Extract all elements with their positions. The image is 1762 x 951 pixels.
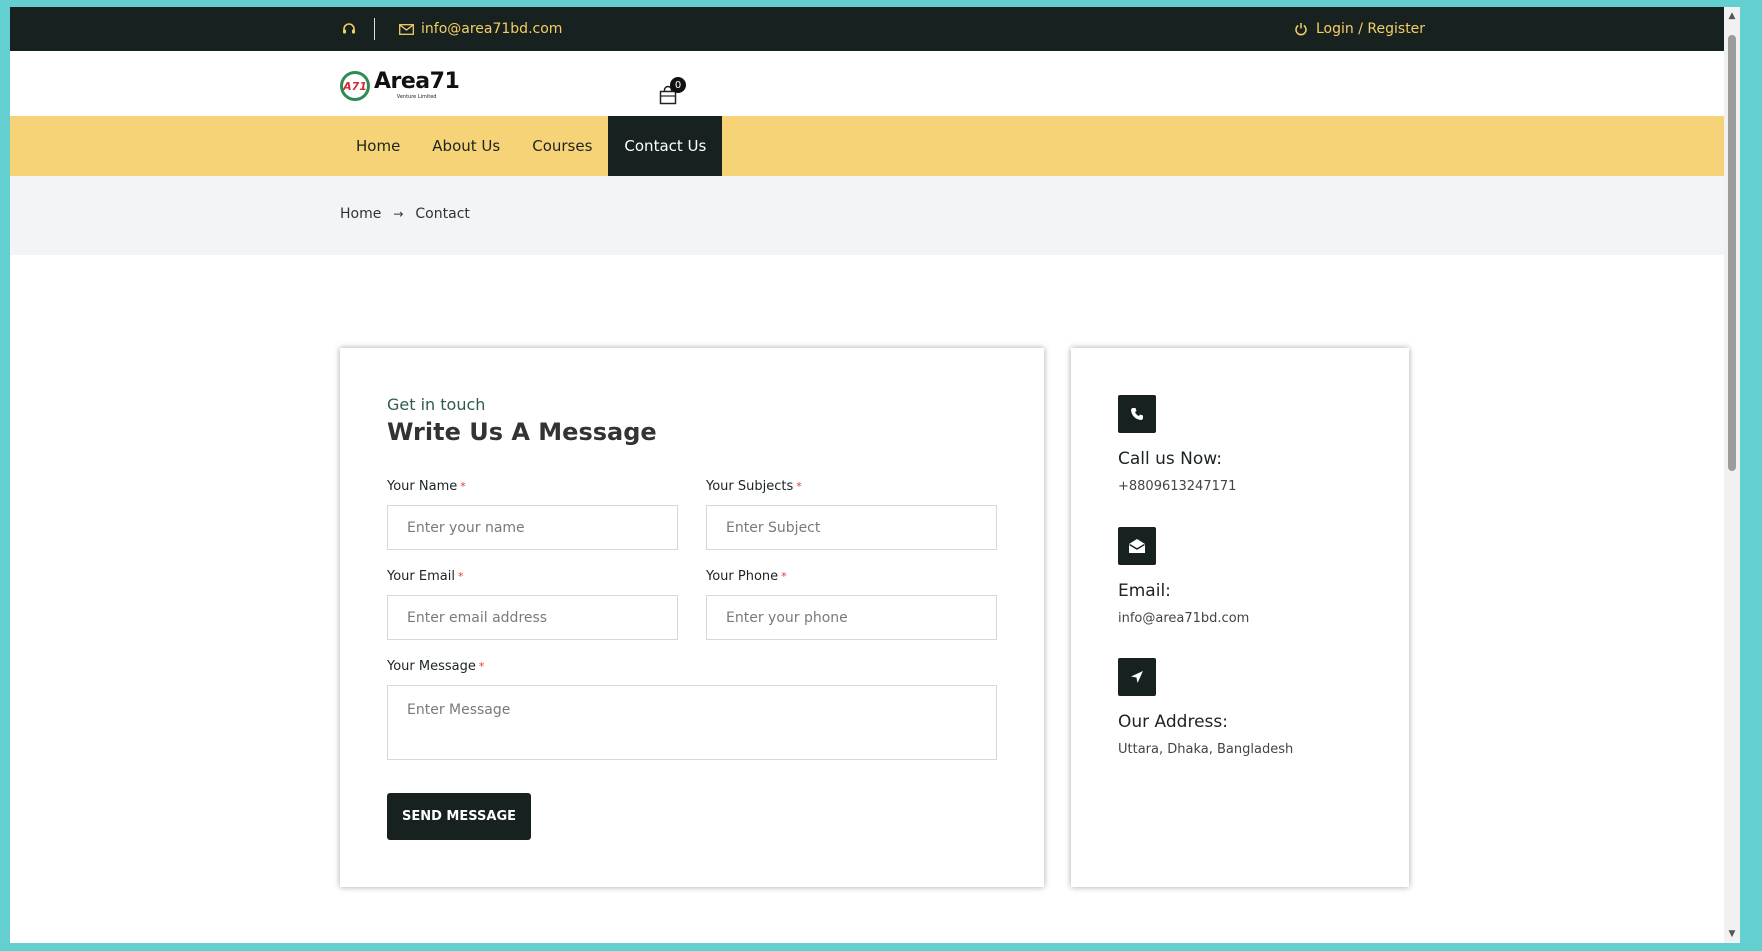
call-title: Call us Now: xyxy=(1118,449,1222,469)
phone-label: Your Phone * xyxy=(706,569,787,584)
breadcrumb-home[interactable]: Home xyxy=(340,206,381,222)
breadcrumb: Home → Contact xyxy=(340,206,470,222)
breadcrumb-bar: Home → Contact xyxy=(10,176,1740,255)
name-label-text: Your Name xyxy=(387,479,458,494)
call-value[interactable]: +8809613247171 xyxy=(1118,479,1236,494)
headset-icon[interactable] xyxy=(340,20,358,38)
scroll-up-icon[interactable]: ▲ xyxy=(1727,11,1737,21)
phone-input[interactable] xyxy=(706,595,997,640)
top-bar: info@area71bd.com Login / Register xyxy=(10,7,1740,51)
site-header: A71 Area71 Venture Limited 0 xyxy=(10,51,1740,116)
register-link[interactable]: Register xyxy=(1367,21,1425,37)
nav-item-contact-us[interactable]: Contact Us xyxy=(608,116,723,176)
nav-item-about-us[interactable]: About Us xyxy=(416,116,516,176)
required-mark: * xyxy=(781,570,787,583)
arrow-right-icon: → xyxy=(393,207,404,221)
call-info: Call us Now: +8809613247171 xyxy=(1118,395,1236,494)
message-textarea[interactable] xyxy=(387,685,997,760)
address-info: Our Address: Uttara, Dhaka, Bangladesh xyxy=(1118,658,1293,757)
subject-label-text: Your Subjects xyxy=(706,479,794,494)
send-message-button[interactable]: SEND MESSAGE xyxy=(387,793,531,840)
email-value[interactable]: info@area71bd.com xyxy=(1118,611,1249,626)
site-logo[interactable]: A71 Area71 Venture Limited xyxy=(340,69,460,101)
address-value: Uttara, Dhaka, Bangladesh xyxy=(1118,742,1294,757)
envelope-open-icon xyxy=(1118,527,1156,565)
top-email-link[interactable]: info@area71bd.com xyxy=(421,21,562,37)
subject-input[interactable] xyxy=(706,505,997,550)
logo-badge-text: A71 xyxy=(343,79,367,93)
email-title: Email: xyxy=(1118,581,1171,601)
cart-button[interactable]: 0 xyxy=(658,77,686,105)
phone-icon xyxy=(1118,395,1156,433)
divider xyxy=(374,18,375,40)
message-label: Your Message * xyxy=(387,659,484,674)
power-icon xyxy=(1294,21,1310,37)
logo-badge: A71 xyxy=(340,71,370,101)
nav-item-courses[interactable]: Courses xyxy=(516,116,608,176)
logo-tagline: Venture Limited xyxy=(396,94,437,100)
main-nav: Home About Us Courses Contact Us xyxy=(10,116,1740,176)
email-input[interactable] xyxy=(387,595,678,640)
form-kicker: Get in touch xyxy=(387,395,486,414)
subject-label: Your Subjects * xyxy=(706,479,802,494)
contact-info-card: Call us Now: +8809613247171 Email: info@… xyxy=(1071,348,1409,887)
email-label: Your Email * xyxy=(387,569,463,584)
required-mark: * xyxy=(796,480,802,493)
email-info: Email: info@area71bd.com xyxy=(1118,527,1249,626)
scroll-down-icon[interactable]: ▼ xyxy=(1727,929,1737,939)
mail-icon xyxy=(399,22,415,36)
logo-name: Area71 xyxy=(374,69,460,94)
login-link[interactable]: Login xyxy=(1316,21,1354,37)
message-label-text: Your Message xyxy=(387,659,476,674)
required-mark: * xyxy=(457,570,464,583)
browser-page: info@area71bd.com Login / Register A71 A… xyxy=(10,7,1740,943)
cart-count-badge: 0 xyxy=(670,77,686,93)
name-input[interactable] xyxy=(387,505,678,550)
form-title: Write Us A Message xyxy=(387,418,657,446)
required-mark: * xyxy=(478,660,485,673)
name-label: Your Name * xyxy=(387,479,466,494)
location-arrow-icon xyxy=(1118,658,1156,696)
auth-separator: / xyxy=(1353,21,1368,37)
phone-label-text: Your Phone xyxy=(706,569,779,584)
vertical-scrollbar[interactable]: ▲ ▼ xyxy=(1724,7,1740,943)
contact-form-card: Get in touch Write Us A Message Your Nam… xyxy=(340,348,1044,887)
address-title: Our Address: xyxy=(1118,712,1228,732)
required-mark: * xyxy=(460,480,466,493)
scroll-thumb[interactable] xyxy=(1728,35,1736,471)
auth-links: Login / Register xyxy=(1294,7,1425,51)
nav-item-home[interactable]: Home xyxy=(340,116,416,176)
email-label-text: Your Email xyxy=(387,569,455,584)
breadcrumb-current: Contact xyxy=(415,206,470,222)
